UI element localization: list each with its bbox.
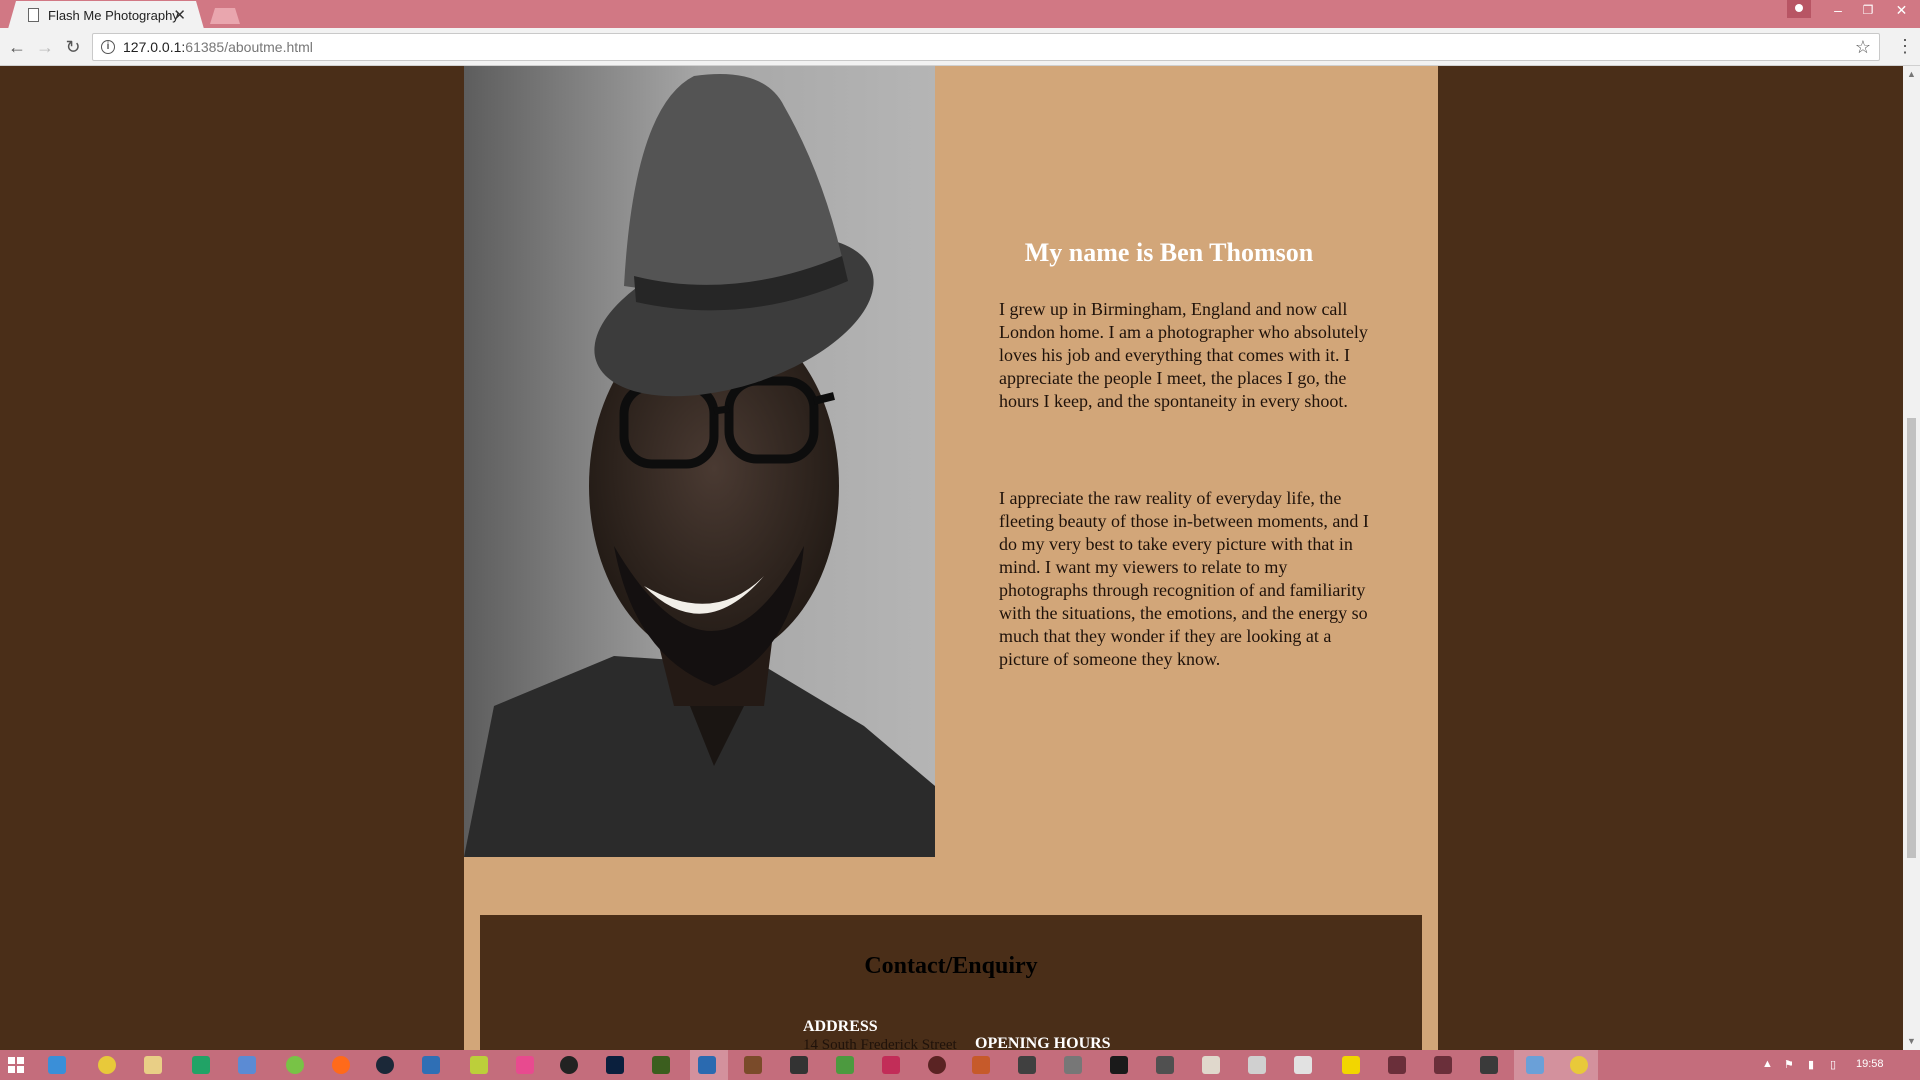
url-text[interactable]: 127.0.0.1:61385/aboutme.html (123, 39, 313, 55)
app-icon[interactable] (882, 1056, 900, 1074)
app-icon[interactable] (1018, 1056, 1036, 1074)
app-icon[interactable] (698, 1056, 716, 1074)
scroll-up-arrow-icon[interactable]: ▲ (1907, 69, 1916, 79)
url-host: 127.0.0.1: (123, 39, 186, 55)
about-heading: My name is Ben Thomson (1024, 238, 1314, 267)
app-icon[interactable] (1388, 1056, 1406, 1074)
app-icon[interactable] (972, 1056, 990, 1074)
app-icon[interactable] (286, 1056, 304, 1074)
app-icon[interactable] (1064, 1056, 1082, 1074)
info-icon[interactable]: i (101, 40, 115, 54)
start-button[interactable] (8, 1057, 24, 1073)
ie-icon[interactable] (48, 1056, 66, 1074)
back-button[interactable]: ← (6, 36, 28, 58)
profile-icon[interactable] (1787, 0, 1811, 18)
app-icon[interactable] (1248, 1056, 1266, 1074)
app-icon[interactable] (744, 1056, 762, 1074)
photoshop-icon[interactable] (606, 1056, 624, 1074)
app-icon[interactable] (470, 1056, 488, 1074)
chrome-icon[interactable] (98, 1056, 116, 1074)
new-tab-button[interactable] (210, 8, 240, 24)
flag-icon[interactable]: ⚑ (1784, 1058, 1794, 1071)
about-section: My name is Ben Thomson I grew up in Birm… (464, 66, 1438, 1050)
address-line: 14 South Frederick Street (803, 1037, 957, 1050)
app-icon[interactable] (1110, 1056, 1128, 1074)
chrome-icon[interactable] (1570, 1056, 1588, 1074)
app-icon[interactable] (1156, 1056, 1174, 1074)
address-label: ADDRESS (803, 1018, 878, 1035)
opening-hours-label: OPENING HOURS (975, 1035, 1111, 1050)
minimize-button[interactable]: – (1823, 0, 1853, 20)
steam-icon[interactable] (376, 1056, 394, 1074)
app-icon[interactable] (928, 1056, 946, 1074)
scroll-thumb[interactable] (1907, 418, 1916, 858)
portrait-photo (464, 66, 935, 857)
browser-menu-icon[interactable]: ⋮ (1896, 36, 1914, 57)
volume-icon[interactable]: ▯ (1830, 1058, 1836, 1071)
bookmark-star-icon[interactable]: ☆ (1855, 37, 1871, 58)
about-text-block: My name is Ben Thomson I grew up in Birm… (999, 66, 1399, 671)
close-window-button[interactable]: ✕ (1883, 0, 1920, 20)
tab-close-icon[interactable]: ✕ (173, 6, 186, 24)
app-icon[interactable] (790, 1056, 808, 1074)
folder-icon[interactable] (144, 1056, 162, 1074)
app-icon[interactable] (560, 1056, 578, 1074)
page-viewport: My name is Ben Thomson I grew up in Birm… (0, 66, 1903, 1050)
about-paragraph-1: I grew up in Birmingham, England and now… (999, 299, 1368, 411)
tab-title: Flash Me Photography (48, 7, 179, 23)
contact-heading: Contact/Enquiry (864, 953, 1038, 979)
forward-button[interactable]: → (34, 36, 56, 58)
dreamweaver-icon[interactable] (652, 1056, 670, 1074)
taskbar-clock[interactable]: 19:58 (1856, 1058, 1884, 1070)
scroll-down-arrow-icon[interactable]: ▼ (1907, 1036, 1916, 1046)
browser-titlebar: Flash Me Photography ✕ – ❐ ✕ (0, 0, 1920, 29)
tray-chevron-icon[interactable]: ▲ (1762, 1058, 1773, 1070)
windows-taskbar: ▲ ⚑ ▮ ▯ 19:58 (0, 1050, 1920, 1080)
app-icon[interactable] (1480, 1056, 1498, 1074)
app-icon[interactable] (192, 1056, 210, 1074)
app-icon[interactable] (836, 1056, 854, 1074)
address-bar[interactable]: i 127.0.0.1:61385/aboutme.html ☆ (92, 33, 1880, 61)
browser-tab[interactable]: Flash Me Photography ✕ (8, 1, 204, 29)
contact-section: Contact/Enquiry ADDRESS 14 South Frederi… (480, 915, 1422, 1050)
network-icon[interactable]: ▮ (1808, 1058, 1814, 1071)
app-icon[interactable] (1342, 1056, 1360, 1074)
app-icon[interactable] (332, 1056, 350, 1074)
app-icon[interactable] (1202, 1056, 1220, 1074)
app-icon[interactable] (516, 1056, 534, 1074)
about-paragraph-2: I appreciate the raw reality of everyday… (999, 488, 1369, 669)
app-icon[interactable] (1294, 1056, 1312, 1074)
app-icon[interactable] (1526, 1056, 1544, 1074)
document-icon (28, 8, 39, 22)
restore-button[interactable]: ❐ (1853, 0, 1883, 20)
app-icon[interactable] (1434, 1056, 1452, 1074)
app-icon[interactable] (422, 1056, 440, 1074)
browser-toolbar: ← → ↻ i 127.0.0.1:61385/aboutme.html ☆ ⋮ (0, 28, 1920, 66)
page-scrollbar[interactable]: ▲ ▼ (1903, 66, 1920, 1050)
url-path: 61385/aboutme.html (185, 39, 313, 55)
keyboard-icon[interactable] (238, 1056, 256, 1074)
reload-button[interactable]: ↻ (62, 36, 84, 58)
